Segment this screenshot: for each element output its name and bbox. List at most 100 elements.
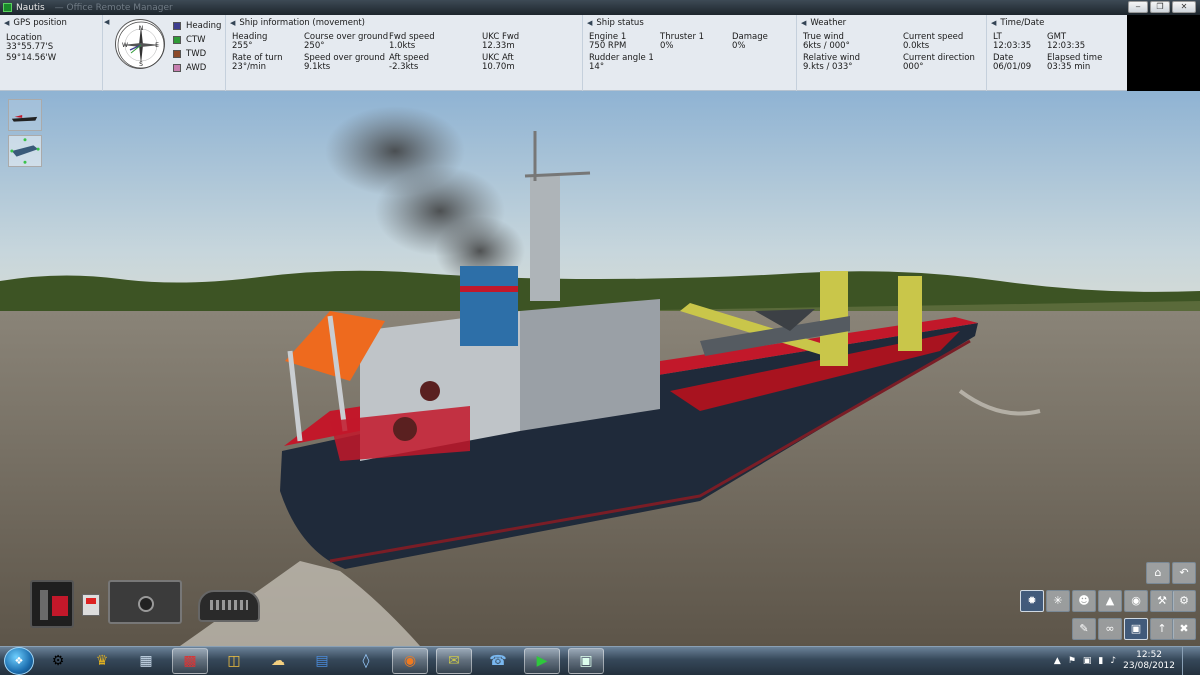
marker-camera-icon[interactable]: ◉ <box>1124 590 1148 612</box>
tool-icon[interactable]: ⚒ <box>1150 590 1174 612</box>
settings-icon[interactable]: ⚙ <box>40 648 76 674</box>
nautis-window: Nautis — Office Remote Manager ‒ ❐ ✕ ◀ GP… <box>0 0 1200 675</box>
latitude-value: 33°55.77'S <box>6 42 54 52</box>
sog-value: 9.1kts <box>304 62 331 72</box>
ukc-aft-value: 10.70m <box>482 62 515 72</box>
date-value: 06/01/09 <box>993 62 1032 72</box>
thruster-value: 0% <box>660 41 674 51</box>
windows-taskbar: ❖ ⚙ ♛ ▦ ▩ ◫ ☁ ▤ ◊ ◉ ✉ ☎ ▶ ▣ ▲ ⚑ ▣ ▮ ♪ 12… <box>0 646 1200 675</box>
pin-icon[interactable]: ↑ <box>1150 618 1174 640</box>
player-icon[interactable]: ▶ <box>524 648 560 674</box>
maximize-button[interactable]: ❐ <box>1150 1 1170 13</box>
link-icon[interactable]: ∞ <box>1098 618 1122 640</box>
cloud-icon[interactable]: ☁ <box>260 648 296 674</box>
weather-section: ◀ Weather True wind 6kts / 000° Relative … <box>796 15 986 91</box>
video-camera-icon[interactable]: ▣ <box>1124 618 1148 640</box>
undo-icon[interactable]: ↶ <box>1172 562 1196 584</box>
awd-swatch <box>173 64 181 72</box>
volume-icon[interactable]: ♪ <box>1110 656 1116 666</box>
ship-side-view-button[interactable] <box>8 99 42 131</box>
gps-header[interactable]: ◀ GPS position <box>4 18 67 28</box>
collapse-arrow-icon[interactable]: ◀ <box>587 19 592 27</box>
legend-heading: Heading <box>173 21 221 31</box>
settings-camera-icon[interactable]: ⚙ <box>1172 590 1196 612</box>
clock[interactable]: 12:52 23/08/2012 <box>1123 650 1175 672</box>
compass-section: ◀ N E S W Heading CTW TWD AWD <box>102 15 225 91</box>
window-title: Nautis <box>16 2 45 13</box>
aft-speed-value: -2.3kts <box>389 62 419 72</box>
status-header[interactable]: ◀ Ship status <box>587 18 644 28</box>
heading-swatch <box>173 22 181 30</box>
relative-wind-value: 9.kts / 033° <box>803 62 853 72</box>
elapsed-value: 03:35 min <box>1047 62 1091 72</box>
engine-value: 750 RPM <box>589 41 627 51</box>
collapse-arrow-icon[interactable]: ◀ <box>801 19 806 27</box>
calculator-icon[interactable]: ▦ <box>128 648 164 674</box>
cross-icon[interactable]: ✖ <box>1172 618 1196 640</box>
info-panel: ◀ GPS position Location 33°55.77'S 59°14.… <box>0 15 1127 91</box>
window-subtitle: — Office Remote Manager <box>54 2 173 13</box>
status-section: ◀ Ship status Engine 1 750 RPM Rudder ang… <box>582 15 796 91</box>
minimize-button[interactable]: ‒ <box>1128 1 1148 13</box>
collapse-arrow-icon[interactable]: ◀ <box>230 19 235 27</box>
person-camera-icon[interactable]: ☻ <box>1072 590 1096 612</box>
clock-time: 12:52 <box>1136 650 1163 660</box>
movement-header[interactable]: ◀ Ship information (movement) <box>230 18 365 28</box>
camera-toolbar: ⌂ ↶ ✹ ✳ ☻ ▲ ◉ ⚒ ⚙ ✎ ∞ ▣ ↑ ✖ <box>1006 562 1196 644</box>
ship-top-view-button[interactable] <box>8 135 42 167</box>
steering-wheel[interactable] <box>198 590 260 622</box>
movement-section: ◀ Ship information (movement) Heading 255… <box>225 15 582 91</box>
start-button[interactable]: ❖ <box>4 647 34 675</box>
home-icon[interactable]: ⌂ <box>1146 562 1170 584</box>
show-desktop-button[interactable] <box>1182 647 1192 675</box>
free-camera-icon[interactable]: ✳ <box>1046 590 1070 612</box>
thruster-joystick[interactable] <box>108 580 182 624</box>
damage-value: 0% <box>732 41 746 51</box>
weather-header[interactable]: ◀ Weather <box>801 18 846 28</box>
word-icon[interactable]: ▤ <box>304 648 340 674</box>
tray-arrow-icon[interactable]: ▲ <box>1054 656 1061 666</box>
ukc-fwd-value: 12.33m <box>482 41 515 51</box>
compass-mark-e: E <box>155 42 159 49</box>
app-icon[interactable]: ▣ <box>568 648 604 674</box>
collapse-arrow-icon[interactable]: ◀ <box>991 19 996 27</box>
true-wind-value: 6kts / 000° <box>803 41 850 51</box>
time-header[interactable]: ◀ Time/Date <box>991 18 1044 28</box>
folder-icon[interactable]: ◫ <box>216 648 252 674</box>
engine-telegraph[interactable] <box>30 580 74 628</box>
compass-mark-n: N <box>139 25 144 32</box>
legend-ctw: CTW <box>173 35 206 45</box>
pencil-icon[interactable]: ✎ <box>1072 618 1096 640</box>
clock-date: 23/08/2012 <box>1123 661 1175 671</box>
funnel <box>460 266 518 346</box>
orbit-camera-icon[interactable]: ✹ <box>1020 590 1044 612</box>
collapse-arrow-icon[interactable]: ◀ <box>104 18 109 26</box>
compass-header[interactable]: ◀ <box>104 18 109 26</box>
crane-2 <box>898 276 922 351</box>
windows-logo-icon: ❖ <box>14 655 24 667</box>
collapse-arrow-icon[interactable]: ◀ <box>4 19 9 27</box>
time-section: ◀ Time/Date LT 12:03:35 Date 06/01/09 GMT… <box>986 15 1127 91</box>
mail-icon[interactable]: ☎ <box>480 648 516 674</box>
gmt-value: 12:03:35 <box>1047 41 1086 51</box>
bridge-camera-icon[interactable]: ▲ <box>1098 590 1122 612</box>
paint-icon[interactable]: ▩ <box>172 648 208 674</box>
window-icon[interactable]: ◊ <box>348 648 384 674</box>
compass-rose: N E S W <box>115 19 165 69</box>
compass-mark-w: W <box>122 42 128 49</box>
heading-value: 255° <box>232 41 253 51</box>
title-bar: Nautis — Office Remote Manager ‒ ❐ ✕ <box>0 0 1200 15</box>
legend-twd: TWD <box>173 49 206 59</box>
emergency-stop-button[interactable] <box>82 594 100 616</box>
chat-icon[interactable]: ✉ <box>436 648 472 674</box>
lt-value: 12:03:35 <box>993 41 1032 51</box>
badge-icon[interactable]: ♛ <box>84 648 120 674</box>
network-icon[interactable]: ▮ <box>1098 656 1103 666</box>
close-button[interactable]: ✕ <box>1172 1 1196 13</box>
flag-icon[interactable]: ⚑ <box>1068 656 1076 666</box>
current-direction-value: 000° <box>903 62 924 72</box>
firefox-icon[interactable]: ◉ <box>392 648 428 674</box>
system-tray: ▲ ⚑ ▣ ▮ ♪ 12:52 23/08/2012 <box>1054 647 1192 675</box>
display-icon[interactable]: ▣ <box>1083 656 1092 666</box>
twd-swatch <box>173 50 181 58</box>
